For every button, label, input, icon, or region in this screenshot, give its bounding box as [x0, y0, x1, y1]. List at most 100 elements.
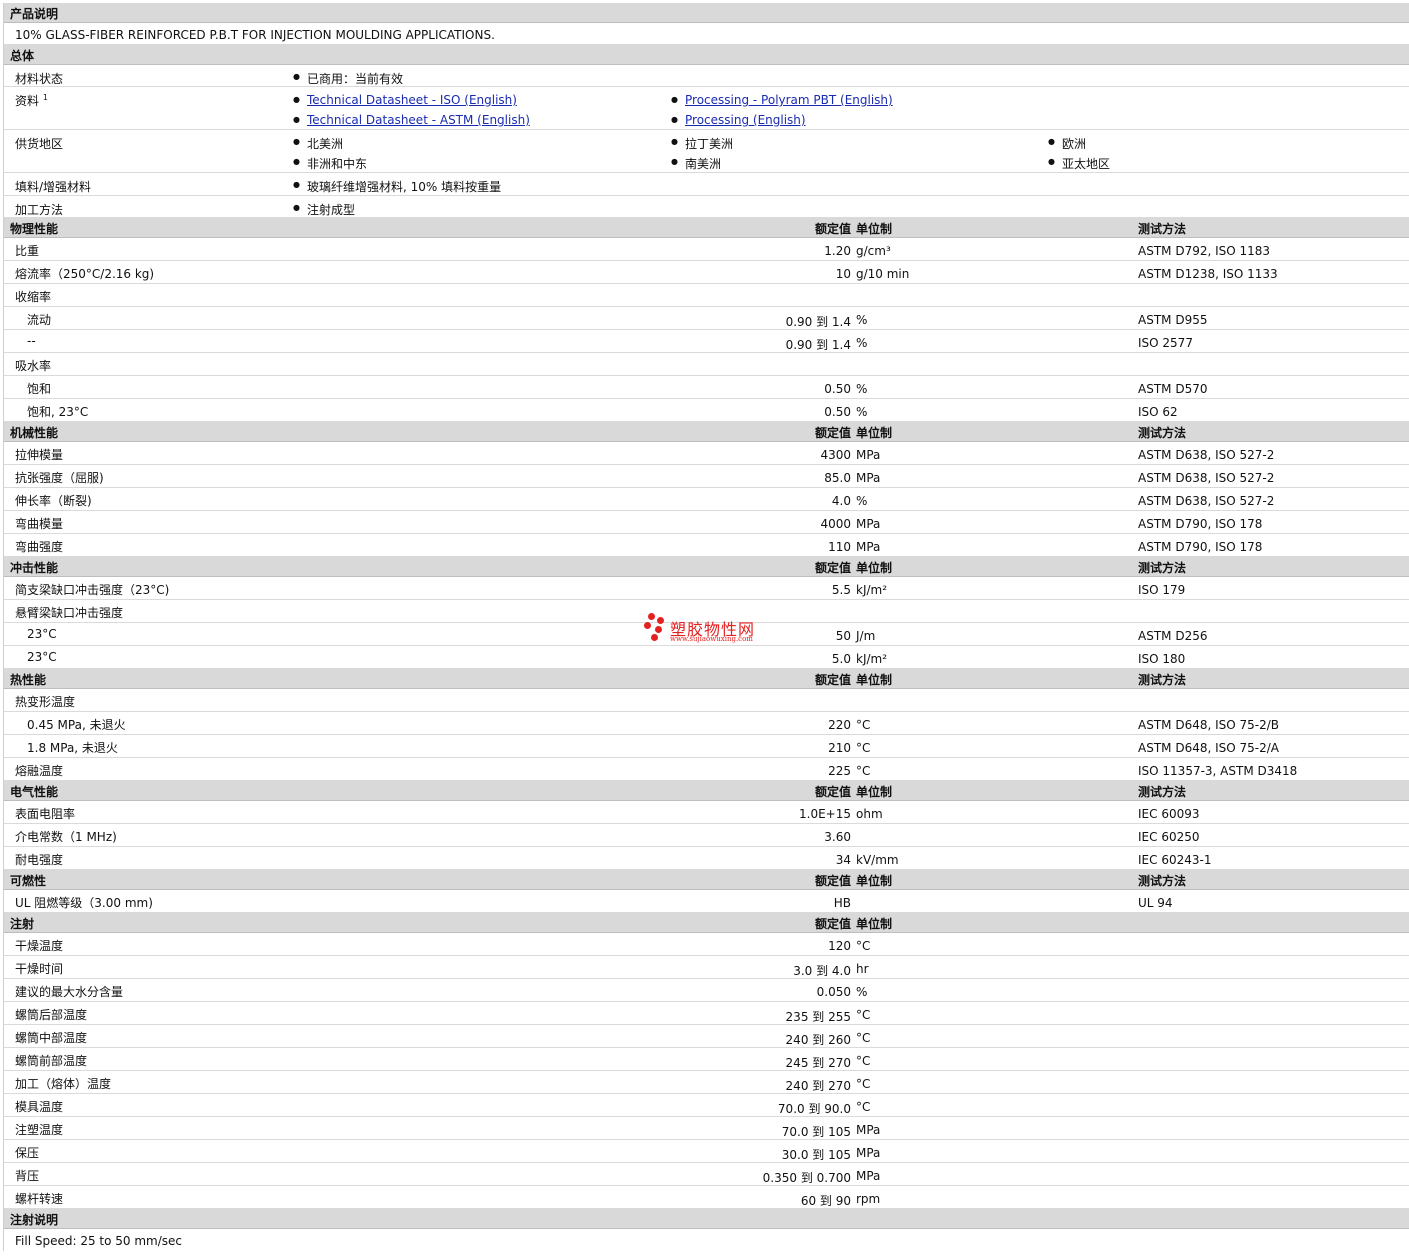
property-row: 螺杆转速 60 到 90 rpm	[4, 1186, 1409, 1209]
property-unit: °C	[856, 718, 871, 732]
property-test-method: ASTM D792, ISO 1183	[1138, 244, 1271, 258]
property-unit: %	[856, 313, 868, 327]
property-unit: ohm	[856, 807, 883, 821]
property-label: 干燥温度	[15, 939, 64, 953]
property-row: 螺筒中部温度 240 到 260 °C	[4, 1025, 1409, 1048]
col-header-unit: 单位制	[856, 874, 893, 888]
link-processing[interactable]: Processing (English)	[671, 113, 806, 127]
property-value: 240 到 270	[785, 1079, 851, 1093]
property-label: 表面电阻率	[15, 807, 76, 821]
col-header-test: 测试方法	[1138, 222, 1187, 236]
property-label: 拉伸模量	[15, 448, 64, 462]
property-test-method: ASTM D790, ISO 178	[1138, 540, 1263, 554]
property-label: 悬臂梁缺口冲击强度	[15, 606, 124, 620]
property-label: 饱和	[27, 382, 52, 396]
col-header-nominal: 额定值	[814, 785, 851, 799]
property-value: 60 到 90	[800, 1194, 851, 1208]
property-label: 伸长率（断裂)	[15, 494, 92, 508]
material-status-row: 材料状态 已商用：当前有效	[4, 65, 1409, 87]
property-unit: kJ/m²	[856, 652, 888, 666]
section-header-mechanical: 机械性能 额定值 单位制 测试方法	[4, 422, 1409, 442]
region-item: 拉丁美洲	[671, 135, 733, 152]
property-value: 110	[828, 540, 851, 554]
property-unit: °C	[856, 1008, 871, 1022]
property-label: 1.8 MPa, 未退火	[27, 741, 118, 755]
property-value: 0.50	[824, 382, 851, 396]
property-test-method: ISO 62	[1138, 405, 1178, 419]
section-header-injection: 注射 额定值 单位制	[4, 913, 1409, 933]
property-row: 介电常数（1 MHz) 3.60 IEC 60250	[4, 824, 1409, 847]
property-unit: %	[856, 405, 868, 419]
property-unit: MPa	[856, 448, 881, 462]
property-label: 螺筒前部温度	[15, 1054, 88, 1068]
property-row: 收缩率	[4, 284, 1409, 307]
col-header-nominal: 额定值	[814, 673, 851, 687]
property-row: 流动 0.90 到 1.4% ASTM D955	[4, 307, 1409, 330]
property-label: 保压	[15, 1146, 40, 1160]
property-unit: g/10 min	[856, 267, 910, 281]
property-row: 熔流率（250°C/2.16 kg) 10 g/10 min ASTM D1238, …	[4, 261, 1409, 284]
property-label: --	[27, 334, 36, 348]
row-label: 填料/增强材料	[15, 180, 92, 194]
col-header-unit: 单位制	[856, 673, 893, 687]
section-title: 电气性能	[10, 785, 59, 799]
property-unit: MPa	[856, 471, 881, 485]
link-tds-iso[interactable]: Technical Datasheet - ISO (English)	[293, 93, 517, 107]
property-test-method: ASTM D955	[1138, 313, 1208, 327]
region-item: 北美洲	[293, 135, 343, 152]
col-header-unit: 单位制	[856, 917, 893, 931]
property-label: 背压	[15, 1169, 40, 1183]
injection-notes-row: Fill Speed: 25 to 50 mm/sec	[4, 1229, 1409, 1251]
region-item: 欧洲	[1048, 135, 1086, 152]
property-row: -- 0.90 到 1.4% ISO 2577	[4, 330, 1409, 353]
property-label: 干燥时间	[15, 962, 64, 976]
property-unit: kV/mm	[856, 853, 899, 867]
col-header-nominal: 额定值	[814, 917, 851, 931]
property-unit: °C	[856, 1054, 871, 1068]
section-header-flammability: 可燃性 额定值 单位制 测试方法	[4, 870, 1409, 890]
section-header-thermal: 热性能 额定值 单位制 测试方法	[4, 669, 1409, 689]
property-unit: °C	[856, 764, 871, 778]
property-test-method: ASTM D638, ISO 527-2	[1138, 494, 1275, 508]
link-processing-polyram[interactable]: Processing - Polyram PBT (English)	[671, 93, 893, 107]
property-row: 抗张强度（屈服) 85.0 MPa ASTM D638, ISO 527-2	[4, 465, 1409, 488]
property-unit: %	[856, 494, 868, 508]
property-value: 0.050	[816, 985, 851, 999]
col-header-test: 测试方法	[1138, 785, 1187, 799]
property-label: 耐电强度	[15, 853, 64, 867]
link-tds-astm[interactable]: Technical Datasheet - ASTM (English)	[293, 113, 530, 127]
property-row: 弯曲强度 110 MPa ASTM D790, ISO 178	[4, 534, 1409, 557]
property-label: 螺筒中部温度	[15, 1031, 88, 1045]
property-test-method: UL 94	[1138, 896, 1173, 910]
property-value: 10	[835, 267, 851, 281]
property-label: 抗张强度（屈服)	[15, 471, 104, 485]
property-value: 34	[835, 853, 851, 867]
region-item: 南美洲	[671, 155, 721, 172]
section-header-physical: 物理性能 额定值 单位制 测试方法	[4, 218, 1409, 238]
property-unit: MPa	[856, 1123, 881, 1137]
section-header-description: 产品说明	[4, 3, 1409, 23]
property-test-method: ASTM D648, ISO 75-2/A	[1138, 741, 1279, 755]
row-label: 供货地区	[15, 137, 64, 151]
col-header-unit: 单位制	[856, 785, 893, 799]
property-unit: °C	[856, 1077, 871, 1091]
property-test-method: ISO 180	[1138, 652, 1186, 666]
property-label: 加工（熔体）温度	[15, 1077, 112, 1091]
property-row: 注塑温度 70.0 到 105 MPa	[4, 1117, 1409, 1140]
property-test-method: ASTM D648, ISO 75-2/B	[1138, 718, 1280, 732]
region-item: 亚太地区	[1048, 155, 1110, 172]
property-test-method: IEC 60250	[1138, 830, 1200, 844]
section-title: 热性能	[10, 673, 47, 687]
section-title: 冲击性能	[10, 561, 59, 575]
section-header-injection-notes: 注射说明	[4, 1209, 1409, 1229]
property-row: 干燥温度 120 °C	[4, 933, 1409, 956]
property-value: 50	[835, 629, 851, 643]
property-unit: MPa	[856, 540, 881, 554]
property-value: 4300	[820, 448, 851, 462]
section-header-general: 总体	[4, 45, 1409, 65]
row-label: 材料状态	[15, 72, 64, 86]
property-label: 热变形温度	[15, 695, 76, 709]
property-unit: kJ/m²	[856, 583, 888, 597]
property-value: 3.60	[824, 830, 851, 844]
literature-row: 资料 1 Technical Datasheet - ISO (English)…	[4, 87, 1409, 130]
